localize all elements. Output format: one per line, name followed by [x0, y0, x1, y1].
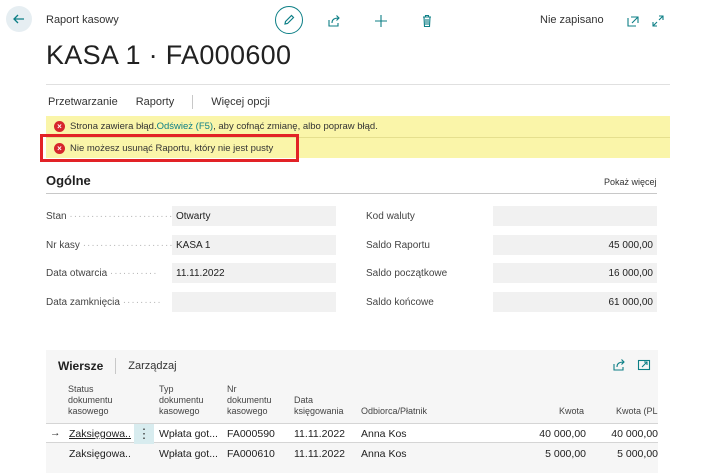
expand-icon [652, 15, 664, 27]
col-header-type[interactable]: Typ dokumentu kasowego [159, 384, 204, 417]
tab-manage[interactable]: Zarządzaj [128, 360, 176, 372]
show-more-link[interactable]: Pokaż więcej [604, 177, 657, 187]
highlight-box [40, 134, 299, 162]
cell-status[interactable]: Zaksięgowa... [69, 448, 131, 460]
trash-icon [423, 14, 431, 28]
lines-expand-button[interactable] [637, 358, 653, 374]
cell-amount[interactable]: 5 000,00 [526, 448, 586, 460]
field-label-close-date: Data zamknięcia ········· [46, 297, 162, 308]
action-processing[interactable]: Przetwarzanie [48, 96, 118, 108]
page-title: KASA 1 · FA000600 [46, 40, 292, 70]
field-cash-no[interactable]: KASA 1 [172, 235, 336, 255]
pencil-icon [284, 14, 295, 25]
header-divider [46, 84, 670, 85]
cell-type[interactable]: Wpłata got... [159, 448, 221, 460]
field-label-report-balance: Saldo Raportu [366, 240, 430, 251]
edit-button[interactable] [275, 6, 303, 34]
field-closing-balance: 61 000,00 [493, 292, 657, 312]
cell-posting-date[interactable]: 11.11.2022 [294, 448, 345, 460]
page-kicker: Raport kasowy [46, 14, 119, 26]
col-header-doc-no[interactable]: Nr dokumentu kasowego [227, 384, 272, 417]
save-status: Nie zapisano [540, 14, 604, 26]
field-label-currency: Kod waluty [366, 211, 415, 222]
refresh-link[interactable]: Odśwież (F5) [157, 121, 213, 132]
section-divider [46, 193, 657, 194]
action-bar: Przetwarzanie Raporty Więcej opcji [48, 95, 288, 109]
cell-posting-date[interactable]: 11.11.2022 [294, 428, 345, 440]
cell-amount-pln: 40 000,00 [611, 428, 658, 440]
open-in-new-window-icon [627, 16, 639, 27]
field-close-date[interactable] [172, 292, 336, 312]
open-in-new-window-icon [637, 359, 651, 371]
field-label-opening-balance: Saldo początkowe [366, 268, 448, 279]
open-new-window-button[interactable] [620, 8, 646, 34]
expand-button[interactable] [645, 8, 671, 34]
share-button[interactable] [321, 8, 347, 34]
field-label-cash-no: Nr kasy ····················· [46, 240, 174, 251]
arrow-left-icon [13, 14, 24, 24]
col-header-amount[interactable]: Kwota [559, 406, 584, 417]
share-icon [328, 15, 340, 27]
new-button[interactable] [368, 8, 394, 34]
lines-separator [115, 358, 117, 374]
cell-payer[interactable]: Anna Kos [361, 428, 407, 440]
table-row[interactable]: Zaksięgowa... Wpłata got... FA000610 11.… [46, 444, 658, 464]
current-row-arrow-icon: → [50, 427, 61, 439]
action-reports[interactable]: Raporty [136, 96, 175, 108]
field-label-status: Stan ························· [46, 211, 178, 222]
row-actions-icon[interactable]: ⋮ [134, 424, 154, 444]
col-header-payer[interactable]: Odbiorca/Płatnik [361, 406, 427, 417]
cell-amount-pln: 5 000,00 [617, 448, 658, 460]
delete-button[interactable] [414, 8, 440, 34]
cell-payer[interactable]: Anna Kos [361, 448, 407, 460]
action-separator [192, 95, 194, 109]
cell-status[interactable]: Zaksięgowa... [69, 428, 131, 440]
lines-header: Wiersze Zarządzaj [58, 358, 177, 374]
lines-share-button[interactable] [612, 358, 628, 374]
col-header-status[interactable]: Status dokumentu kasowego [68, 384, 113, 417]
field-open-date[interactable]: 11.11.2022 [172, 263, 336, 283]
field-opening-balance: 16 000,00 [493, 263, 657, 283]
error-icon: × [54, 121, 65, 132]
cell-type[interactable]: Wpłata got... [159, 428, 221, 440]
share-icon [613, 359, 625, 371]
field-currency[interactable] [493, 206, 657, 226]
cell-doc-no[interactable]: FA000610 [227, 448, 275, 460]
error-text-after: , aby cofnąć zmianę, albo popraw błąd. [213, 121, 378, 132]
field-label-closing-balance: Saldo końcowe [366, 297, 434, 308]
cell-doc-no[interactable]: FA000590 [227, 428, 275, 440]
back-button[interactable] [6, 6, 32, 32]
col-header-posting-date[interactable]: Data księgowania [294, 395, 344, 417]
error-text-before: Strona zawiera błąd. [70, 121, 157, 132]
cell-amount[interactable]: 40 000,00 [526, 428, 586, 440]
field-status[interactable]: Otwarty [172, 206, 336, 226]
tab-lines[interactable]: Wiersze [58, 359, 103, 373]
section-title-general[interactable]: Ogólne [46, 173, 91, 188]
field-label-open-date: Data otwarcia ··········· [46, 268, 158, 279]
col-header-amount-pln[interactable]: Kwota (PLN) [616, 406, 658, 417]
action-more-options[interactable]: Więcej opcji [211, 96, 270, 108]
field-report-balance: 45 000,00 [493, 235, 657, 255]
plus-icon [375, 15, 387, 27]
table-row[interactable]: → Zaksięgowa... ⋮ Wpłata got... FA000590… [46, 423, 658, 444]
